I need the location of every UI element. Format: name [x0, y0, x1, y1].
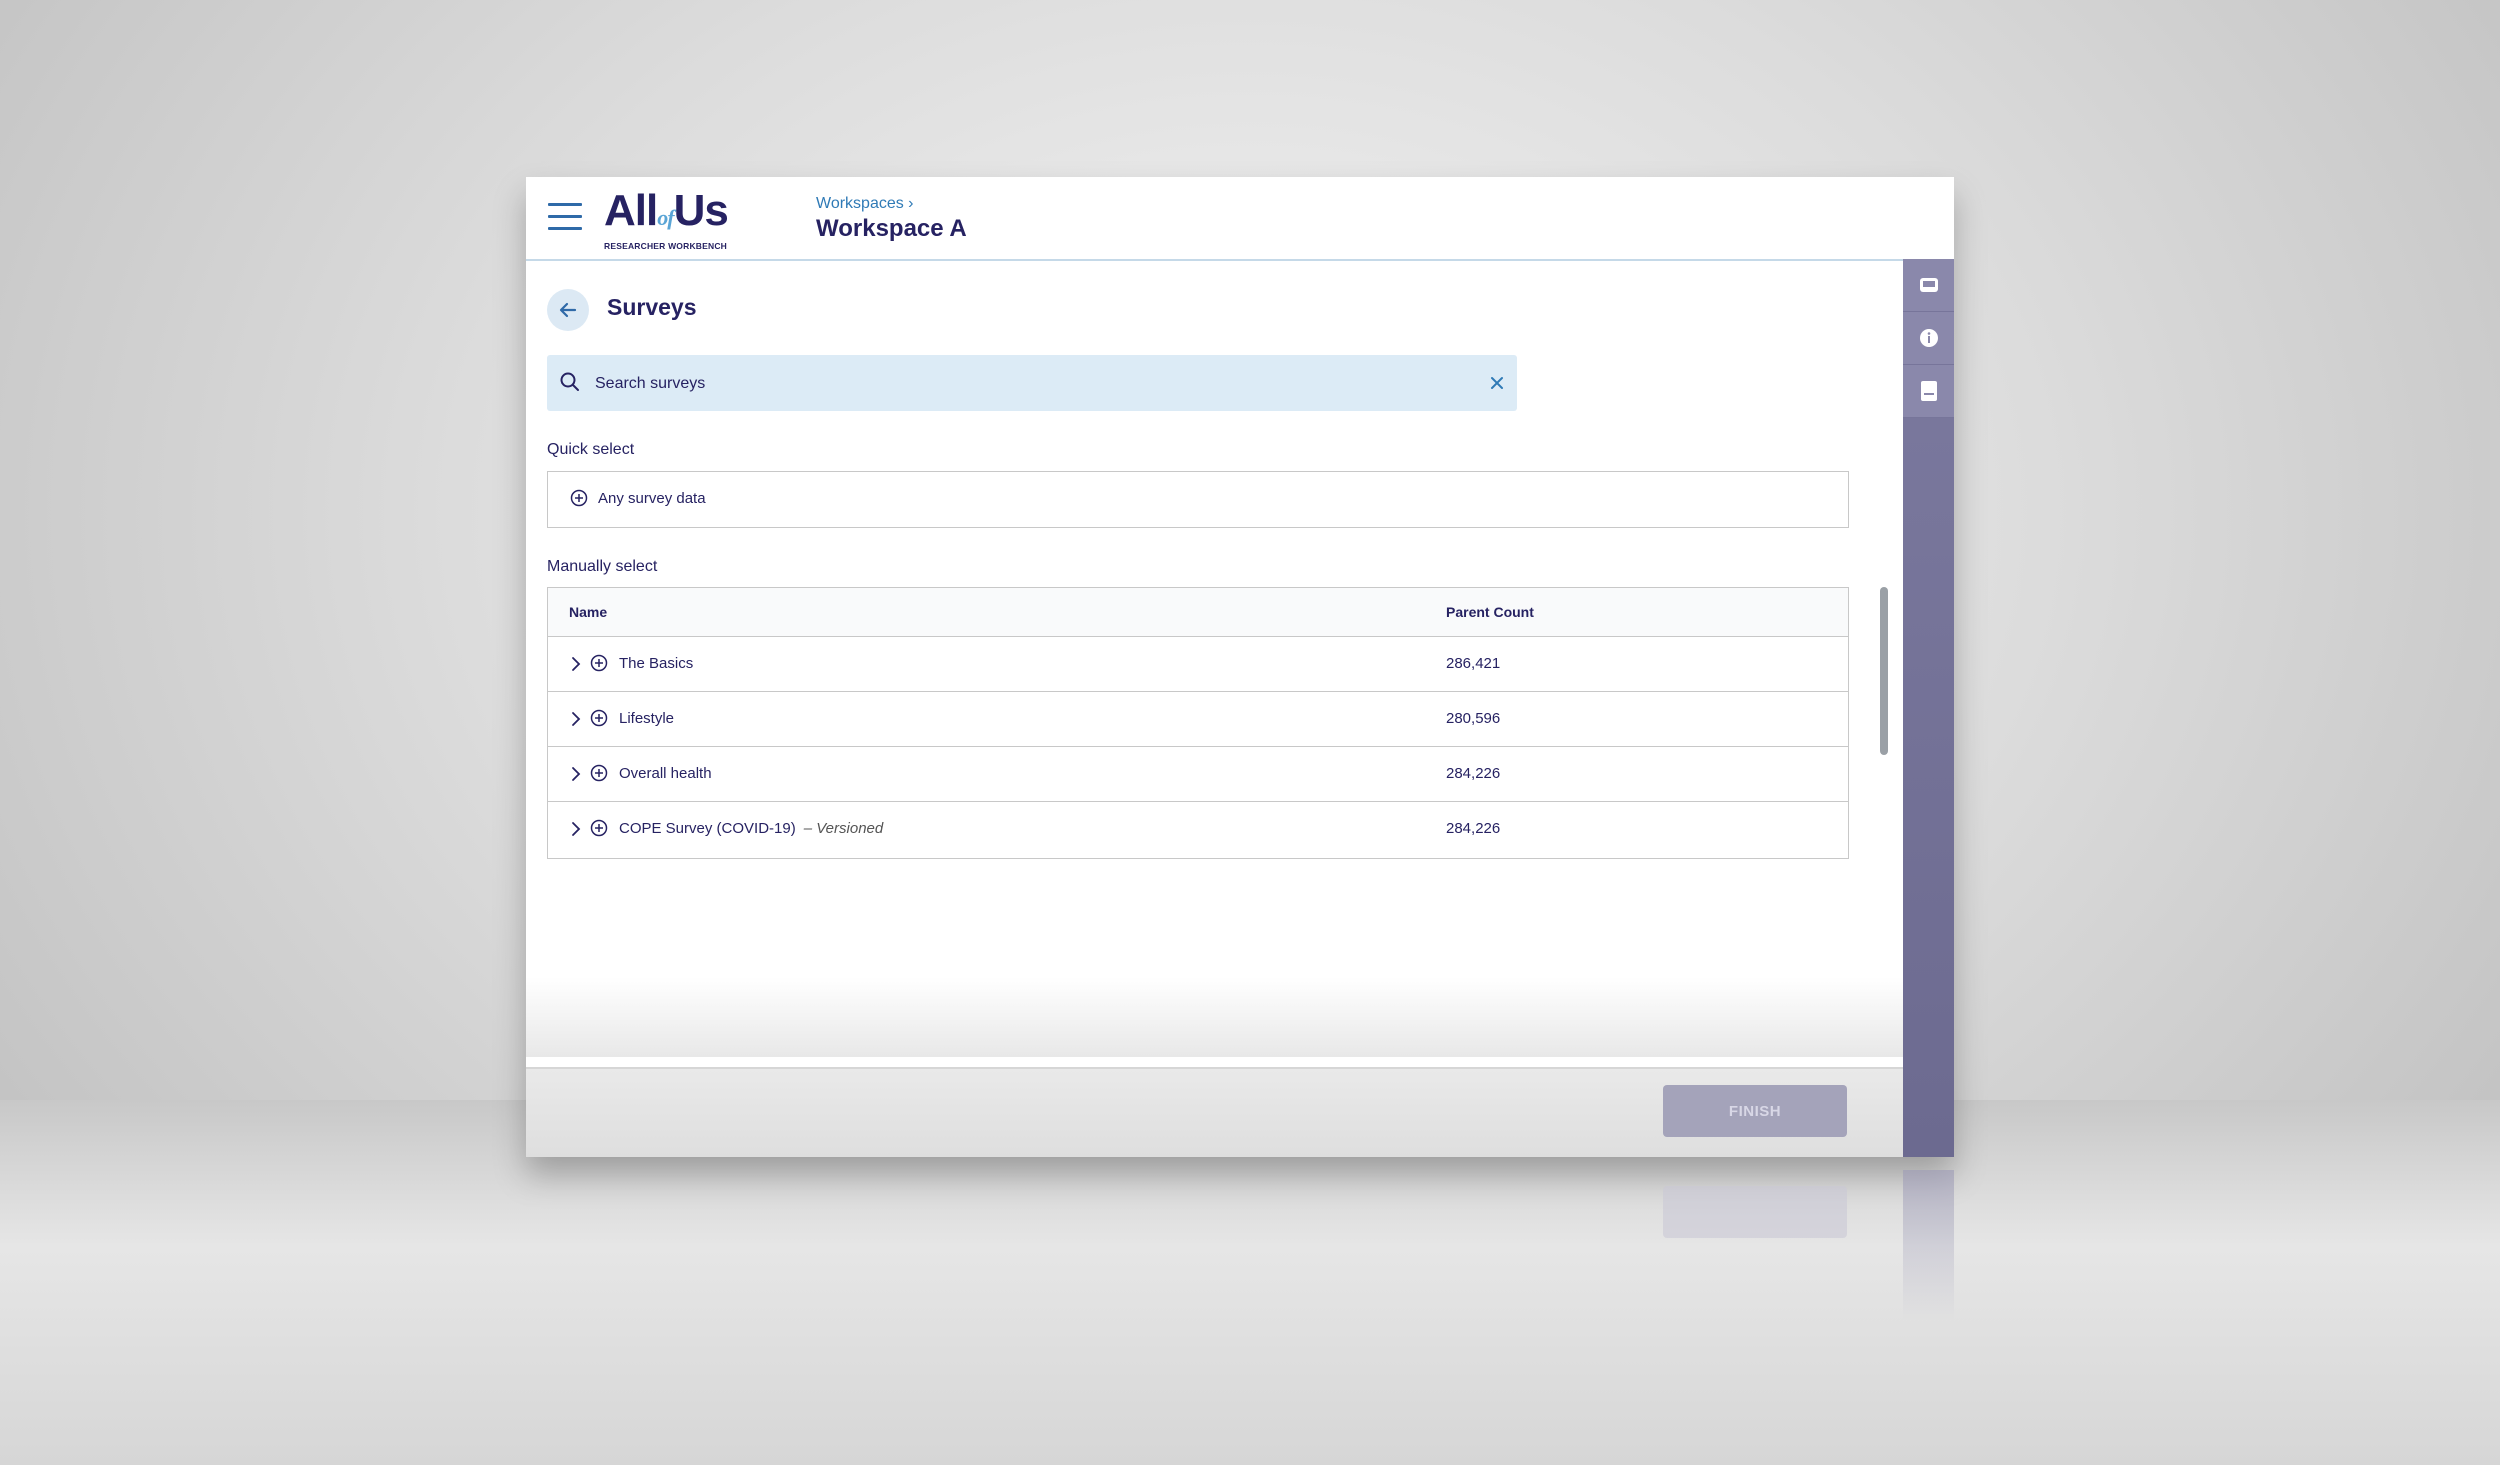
- quick-select-label: Quick select: [547, 441, 635, 458]
- inbox-icon: [1919, 278, 1938, 292]
- parent-count: 284,226: [1446, 765, 1501, 782]
- add-circle-icon[interactable]: [590, 819, 608, 837]
- column-header-parent-count: Parent Count: [1446, 604, 1534, 620]
- app-window: AllofUs RESEARCHER WORKBENCH Workspaces …: [526, 177, 1954, 1157]
- clear-search-icon[interactable]: [1485, 371, 1509, 395]
- add-circle-icon[interactable]: [590, 654, 608, 672]
- all-of-us-logo[interactable]: AllofUs RESEARCHER WORKBENCH: [604, 189, 754, 252]
- survey-name: Overall health: [619, 765, 712, 782]
- search-input[interactable]: [593, 369, 1457, 399]
- chevron-right-icon[interactable]: [568, 655, 584, 673]
- sidebar-info-button[interactable]: [1903, 312, 1954, 365]
- add-circle-icon: [570, 489, 588, 507]
- sidebar-reflection: [1903, 1170, 1954, 1320]
- add-circle-icon[interactable]: [590, 709, 608, 727]
- hamburger-menu-icon[interactable]: [548, 203, 582, 233]
- chevron-right-icon[interactable]: [568, 820, 584, 838]
- footer-bar: FINISH: [526, 1067, 1903, 1157]
- sidebar-book-button[interactable]: [1903, 365, 1954, 418]
- breadcrumb-workspaces[interactable]: Workspaces ›: [816, 195, 914, 213]
- back-button[interactable]: [547, 289, 589, 331]
- table-row: Overall health 284,226: [548, 747, 1848, 802]
- table-row: COPE Survey (COVID-19) – Versioned 284,22…: [548, 802, 1848, 856]
- sidebar-inbox-button[interactable]: [1903, 259, 1954, 312]
- search-icon: [560, 372, 579, 391]
- survey-name: Lifestyle: [619, 710, 675, 727]
- table-row: The Basics 286,421: [548, 637, 1848, 692]
- finish-button-reflection: [1663, 1186, 1847, 1238]
- page-title: Surveys: [607, 294, 697, 320]
- parent-count: 284,226: [1446, 820, 1501, 837]
- workspace-title: Workspace A: [816, 215, 967, 242]
- right-sidebar: [1903, 259, 1954, 1157]
- scrollbar-thumb[interactable]: [1880, 587, 1888, 755]
- app-header: AllofUs RESEARCHER WORKBENCH Workspaces …: [526, 177, 1954, 261]
- survey-name: COPE Survey (COVID-19) – Versioned: [619, 820, 884, 837]
- survey-name: The Basics: [619, 655, 694, 672]
- book-icon: [1920, 381, 1937, 401]
- manual-select-label: Manually select: [547, 558, 658, 575]
- column-header-name: Name: [569, 604, 608, 620]
- chevron-right-icon[interactable]: [568, 765, 584, 783]
- table-header: Name Parent Count: [548, 588, 1848, 637]
- info-icon: [1919, 329, 1938, 347]
- add-circle-icon[interactable]: [590, 764, 608, 782]
- finish-button[interactable]: FINISH: [1663, 1085, 1847, 1137]
- parent-count: 286,421: [1446, 655, 1501, 672]
- arrow-left-icon: [559, 302, 577, 318]
- survey-table: Name Parent Count The Basics 286,421 Lif…: [547, 587, 1849, 859]
- search-bar: [547, 355, 1517, 411]
- content-fade: [526, 977, 1903, 1057]
- chevron-right-icon[interactable]: [568, 710, 584, 728]
- parent-count: 280,596: [1446, 710, 1501, 727]
- quick-select-box: Any survey data: [547, 471, 1849, 528]
- versioned-tag: – Versioned: [803, 820, 884, 837]
- table-row: Lifestyle 280,596: [548, 692, 1848, 747]
- any-survey-data-option[interactable]: Any survey data: [570, 489, 706, 507]
- any-survey-data-label: Any survey data: [598, 489, 706, 507]
